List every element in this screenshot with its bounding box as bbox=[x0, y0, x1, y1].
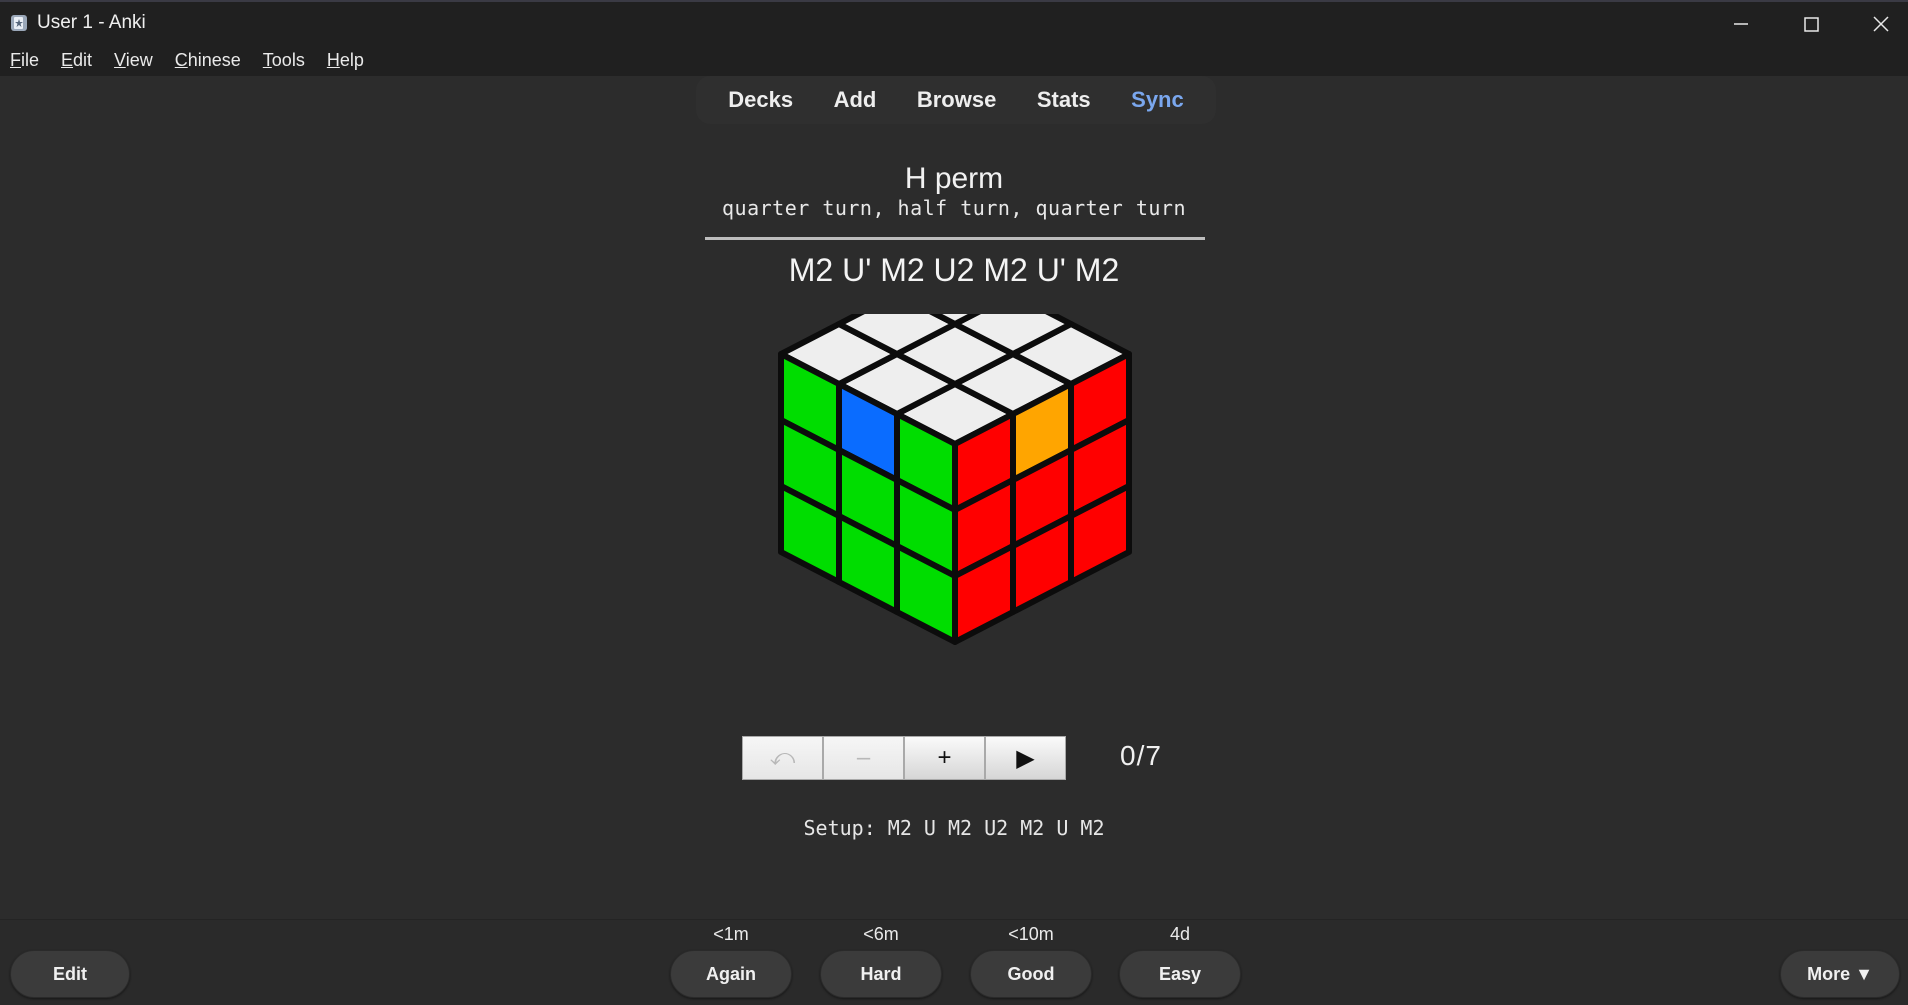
again-interval: <1m bbox=[713, 924, 749, 944]
card-subtitle: quarter turn, half turn, quarter turn bbox=[721, 196, 1187, 220]
menu-tools[interactable]: Tools bbox=[263, 50, 305, 71]
title-bar: User 1 - Anki bbox=[0, 0, 1908, 44]
decks-link[interactable]: Decks bbox=[728, 87, 793, 113]
easy-button[interactable]: Easy bbox=[1119, 950, 1241, 998]
good-interval: <10m bbox=[1008, 924, 1054, 944]
minimize-button[interactable] bbox=[1706, 2, 1776, 46]
sync-link[interactable]: Sync bbox=[1131, 87, 1184, 113]
again-button[interactable]: Again bbox=[670, 950, 792, 998]
step-forward-button[interactable]: + bbox=[904, 736, 985, 780]
algorithm-text: M2 U' M2 U2 M2 U' M2 bbox=[788, 252, 1120, 288]
rubiks-cube-diagram bbox=[778, 314, 1132, 645]
window-title: User 1 - Anki bbox=[37, 12, 146, 33]
edit-button[interactable]: Edit bbox=[10, 950, 130, 998]
menu-edit[interactable]: Edit bbox=[61, 50, 92, 71]
stats-link[interactable]: Stats bbox=[1037, 87, 1091, 113]
step-back-button[interactable]: – bbox=[823, 736, 904, 780]
menu-bar: File Edit View Chinese Tools Help bbox=[0, 44, 1908, 76]
maximize-icon bbox=[1803, 16, 1819, 32]
close-icon bbox=[1873, 16, 1889, 32]
anki-app-icon bbox=[11, 15, 27, 31]
play-button[interactable]: ▶ bbox=[985, 736, 1066, 780]
good-button[interactable]: Good bbox=[970, 950, 1092, 998]
add-link[interactable]: Add bbox=[834, 87, 877, 113]
answer-bar: Edit <1m <6m <10m 4d Again Hard Good Eas… bbox=[0, 919, 1908, 1005]
card-view: H perm quarter turn, half turn, quarter … bbox=[0, 124, 1908, 919]
main-toolbar: Decks Add Browse Stats Sync bbox=[696, 76, 1216, 124]
menu-view[interactable]: View bbox=[114, 50, 153, 71]
close-window-button[interactable] bbox=[1846, 2, 1908, 46]
reset-button[interactable]: ⤺ bbox=[742, 736, 823, 780]
setup-text: Setup: M2 U M2 U2 M2 U M2 bbox=[803, 816, 1105, 840]
browse-link[interactable]: Browse bbox=[917, 87, 996, 113]
cube-player-controls: ⤺ – + ▶ bbox=[742, 736, 1066, 780]
maximize-button[interactable] bbox=[1776, 2, 1846, 46]
more-button[interactable]: More ▼ bbox=[1780, 950, 1900, 998]
card-title: H perm bbox=[904, 162, 1004, 195]
move-counter: 0/7 bbox=[1120, 740, 1162, 771]
easy-interval: 4d bbox=[1169, 924, 1191, 944]
menu-file[interactable]: File bbox=[10, 50, 39, 71]
minimize-icon bbox=[1734, 23, 1748, 25]
menu-help[interactable]: Help bbox=[327, 50, 364, 71]
answer-divider bbox=[705, 237, 1205, 240]
hard-button[interactable]: Hard bbox=[820, 950, 942, 998]
hard-interval: <6m bbox=[863, 924, 899, 944]
menu-chinese[interactable]: Chinese bbox=[175, 50, 241, 71]
